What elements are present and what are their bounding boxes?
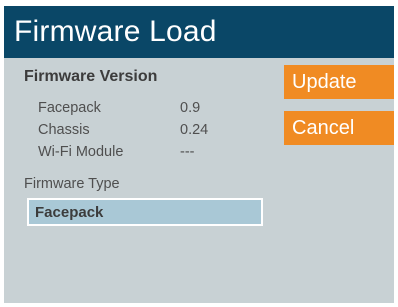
firmware-version-heading: Firmware Version xyxy=(24,68,158,85)
chassis-version-value: 0.24 xyxy=(180,122,209,138)
facepack-version-value: 0.9 xyxy=(180,100,201,116)
page-title: Firmware Load xyxy=(14,15,217,48)
header-bar: Firmware Load xyxy=(4,6,394,58)
wifi-module-label: Wi-Fi Module xyxy=(38,144,124,160)
firmware-type-label: Firmware Type xyxy=(24,176,120,192)
firmware-type-select[interactable]: Facepack xyxy=(27,198,263,226)
facepack-label: Facepack xyxy=(38,100,101,116)
firmware-type-value: Facepack xyxy=(35,204,104,221)
cancel-button[interactable]: Cancel xyxy=(284,111,394,145)
wifi-module-version-value: --- xyxy=(180,144,195,160)
chassis-label: Chassis xyxy=(38,122,90,138)
update-button[interactable]: Update xyxy=(284,65,394,99)
firmware-load-screen: Firmware Load Firmware Version Facepack … xyxy=(4,6,394,303)
